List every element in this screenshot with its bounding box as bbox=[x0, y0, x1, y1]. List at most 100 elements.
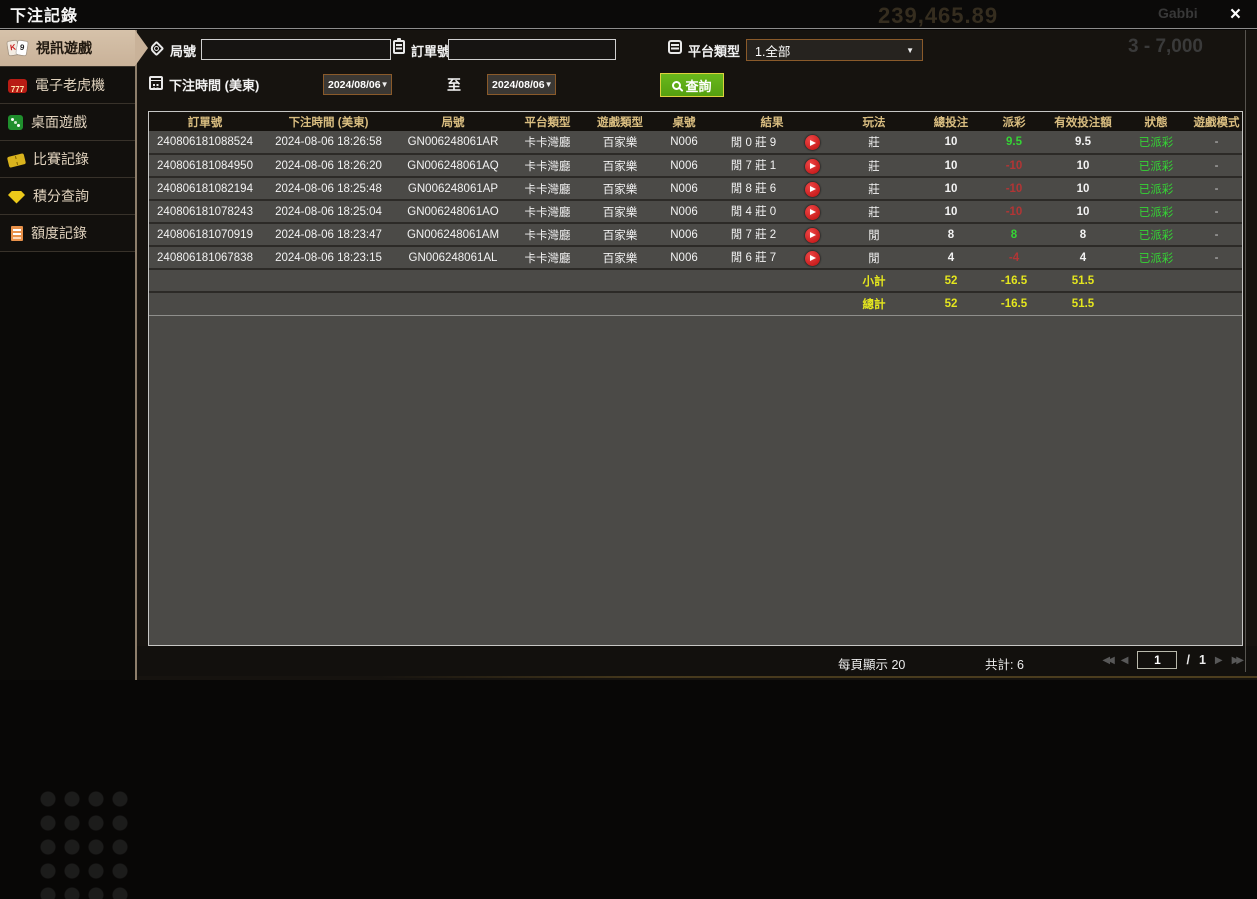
sidebar-item-label: 視訊遊戲 bbox=[36, 40, 92, 56]
page-title: 下注記錄 bbox=[10, 8, 79, 25]
result-text: 閒 7 莊 2 bbox=[730, 229, 777, 242]
cell-platform: 卡卡灣廳 bbox=[524, 137, 571, 149]
cell-bet: 閒 bbox=[868, 229, 880, 242]
last-page-icon[interactable] bbox=[1232, 655, 1241, 666]
cell-result: 閒 4 莊 0 bbox=[713, 200, 831, 223]
cell-mode: - bbox=[1214, 136, 1219, 148]
subtotal-row-total: 52 bbox=[944, 274, 958, 287]
cell-result: 閒 7 莊 2 bbox=[713, 223, 831, 246]
cell-result: 閒 0 莊 9 bbox=[713, 131, 831, 154]
cell-valid: 10 bbox=[1076, 205, 1090, 218]
caret-down-icon: ▼ bbox=[380, 80, 389, 89]
cell-empty bbox=[713, 269, 831, 292]
round-label: 局號 bbox=[170, 44, 197, 59]
sidebar-item-points-inquiry[interactable]: 積分查詢 bbox=[0, 178, 135, 215]
bet-time-label: 下注時間 (美東) bbox=[169, 78, 260, 93]
play-video-icon[interactable] bbox=[804, 227, 820, 243]
sidebar-filler bbox=[0, 252, 136, 899]
play-video-icon[interactable] bbox=[804, 158, 820, 174]
sidebar-item-credit-records[interactable]: 額度記錄 bbox=[0, 215, 135, 252]
playing-cards-icon bbox=[8, 40, 28, 57]
cell-time: 2024-08-06 18:23:15 bbox=[275, 251, 382, 264]
table-header-row: 訂單號 下注時間 (美東) 局號 平台類型 遊戲類型 桌號 結果 玩法 總投注 派彩 有效投注額 狀態… bbox=[149, 112, 1242, 131]
cell-mode: - bbox=[1214, 205, 1219, 218]
play-video-icon[interactable] bbox=[804, 250, 820, 266]
search-button[interactable]: 查詢 bbox=[660, 73, 724, 97]
total-row-total: 52 bbox=[944, 297, 958, 310]
sidebar-item-slot-machines[interactable]: 電子老虎機 bbox=[0, 67, 135, 104]
cell-mode: - bbox=[1214, 251, 1219, 264]
page-total: 1 bbox=[1198, 653, 1206, 667]
cell-mode: - bbox=[1214, 182, 1219, 195]
play-video-icon[interactable] bbox=[804, 204, 820, 220]
cell-round: GN006248061AR bbox=[407, 136, 499, 148]
cell-order: 240806181070919 bbox=[157, 228, 253, 241]
cell-empty bbox=[149, 292, 261, 315]
cell-total: 8 bbox=[947, 228, 955, 241]
cell-order: 240806181088524 bbox=[157, 136, 253, 148]
betting-records-modal: 下注記錄 239,465.89 Gabbi × 視訊遊戲電子老虎機桌面遊戲比賽記… bbox=[0, 0, 1257, 899]
play-video-icon[interactable] bbox=[804, 181, 820, 197]
result-text: 閒 6 莊 7 bbox=[730, 252, 777, 265]
cell-empty bbox=[510, 292, 585, 315]
total-row-label: 總計 bbox=[862, 298, 886, 311]
cell-status: 已派彩 bbox=[1138, 137, 1174, 149]
cell-bet: 莊 bbox=[868, 183, 880, 196]
cell-status: 已派彩 bbox=[1138, 229, 1174, 242]
first-page-icon[interactable] bbox=[1102, 655, 1111, 666]
play-video-icon[interactable] bbox=[804, 135, 820, 151]
titlebar: 下注記錄 239,465.89 Gabbi × bbox=[0, 0, 1257, 29]
cell-empty bbox=[655, 269, 713, 292]
page-input[interactable] bbox=[1137, 651, 1178, 669]
result-text: 閒 4 莊 0 bbox=[730, 206, 777, 219]
prev-page-icon[interactable] bbox=[1121, 655, 1129, 666]
cell-payout: 9.5 bbox=[1006, 136, 1022, 148]
search-button-label: 查詢 bbox=[685, 78, 712, 94]
cell-game: 百家樂 bbox=[602, 252, 638, 265]
date-from-select[interactable]: 2024/08/06 ▼ bbox=[323, 74, 392, 95]
cell-empty bbox=[396, 269, 510, 292]
sidebar-item-label: 電子老虎機 bbox=[35, 77, 105, 93]
cell-valid: 10 bbox=[1076, 182, 1090, 195]
cell-valid: 4 bbox=[1079, 251, 1087, 264]
ticket-icon bbox=[6, 153, 27, 168]
sidebar-item-video-games[interactable]: 視訊遊戲 bbox=[0, 30, 148, 67]
calendar-icon bbox=[149, 76, 163, 90]
cell-table_no: N006 bbox=[670, 251, 698, 264]
cell-payout: -10 bbox=[1005, 205, 1023, 218]
total-row-payout: -16.5 bbox=[1000, 297, 1028, 310]
cell-table_no: N006 bbox=[670, 182, 698, 195]
order-input[interactable] bbox=[448, 39, 616, 60]
cell-game: 百家樂 bbox=[602, 137, 638, 149]
cell-bet: 莊 bbox=[868, 137, 880, 149]
cell-order: 240806181082194 bbox=[157, 182, 253, 195]
date-to-select[interactable]: 2024/08/06 ▼ bbox=[487, 74, 556, 95]
cell-time: 2024-08-06 18:25:04 bbox=[275, 205, 382, 218]
date-to-value: 2024/08/06 bbox=[492, 78, 545, 91]
cell-order: 240806181078243 bbox=[157, 205, 253, 218]
sidebar-item-table-games[interactable]: 桌面遊戲 bbox=[0, 104, 135, 141]
close-button[interactable]: × bbox=[1224, 5, 1247, 24]
cell-result: 閒 8 莊 6 bbox=[713, 177, 831, 200]
sidebar-item-label: 桌面遊戲 bbox=[31, 114, 87, 130]
column-header: 總投注 bbox=[917, 112, 985, 131]
cell-mode: - bbox=[1214, 228, 1219, 241]
column-header: 結果 bbox=[713, 112, 831, 131]
platform-select[interactable]: 1.全部 ▼ bbox=[746, 39, 923, 61]
cell-empty bbox=[149, 269, 261, 292]
cell-empty bbox=[396, 292, 510, 315]
total-row: 總計 52 -16.5 51.5 bbox=[149, 292, 1242, 315]
next-page-icon[interactable] bbox=[1215, 655, 1223, 666]
result-text: 閒 7 莊 1 bbox=[730, 160, 777, 173]
cell-total: 4 bbox=[947, 251, 955, 264]
sidebar-item-match-records[interactable]: 比賽記錄 bbox=[0, 141, 135, 178]
round-input[interactable] bbox=[201, 39, 391, 60]
cell-payout: -10 bbox=[1005, 159, 1023, 172]
cell-empty bbox=[585, 292, 655, 315]
clipboard-icon bbox=[393, 38, 405, 54]
column-header: 訂單號 bbox=[149, 112, 261, 131]
pager: / 1 bbox=[1102, 651, 1241, 669]
bg-bottom-edge bbox=[380, 676, 1257, 678]
cell-round: GN006248061AQ bbox=[407, 159, 499, 172]
cell-time: 2024-08-06 18:23:47 bbox=[275, 228, 382, 241]
